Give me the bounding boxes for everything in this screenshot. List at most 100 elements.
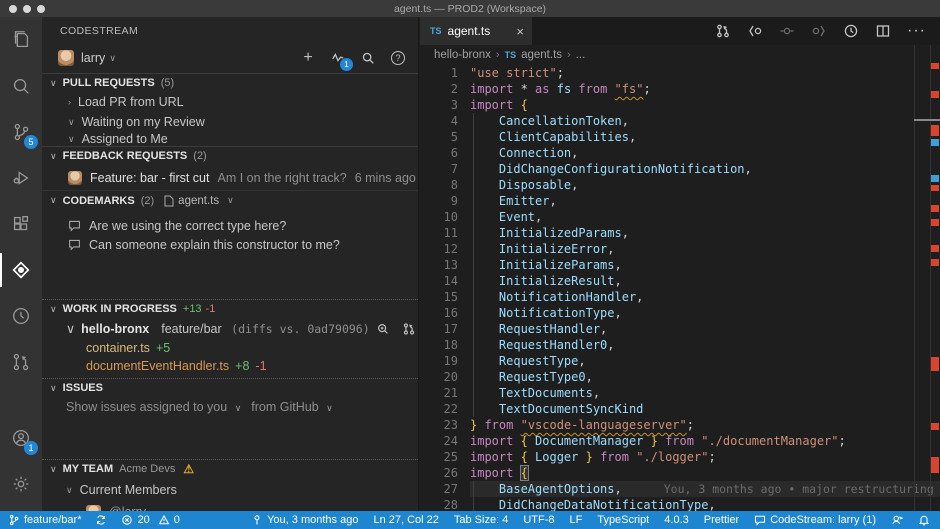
wip-file-row[interactable]: container.ts +5 xyxy=(42,339,418,357)
pr-item-waiting[interactable]: ∨ Waiting on my Review xyxy=(42,112,418,132)
cursor-position[interactable]: Ln 27, Col 22 xyxy=(373,514,438,526)
code-line[interactable]: InitializeError, xyxy=(470,241,928,257)
code-lines: "use strict"; import * as fs from "fs"; im… xyxy=(470,65,940,513)
code-line[interactable]: Emitter, xyxy=(470,193,928,209)
ruler-marker xyxy=(931,205,939,212)
feedback-request-item[interactable]: Feature: bar - first cut Am I on the rig… xyxy=(42,165,418,191)
language-mode[interactable]: TypeScript xyxy=(597,514,649,526)
pr-item-load-url[interactable]: › Load PR from URL xyxy=(42,92,418,112)
split-editor-icon[interactable] xyxy=(875,23,891,39)
issues-source-filter[interactable]: from GitHub ∨ xyxy=(251,400,332,414)
section-codemarks[interactable]: ∨ CODEMARKS (2) agent.ts ∨ xyxy=(42,191,418,210)
section-work-in-progress[interactable]: ∨ WORK IN PROGRESS +13 -1 xyxy=(42,299,418,318)
code-line[interactable]: NotificationType, xyxy=(470,305,928,321)
file-name: container.ts xyxy=(86,341,150,355)
timeline-icon[interactable] xyxy=(843,23,859,39)
more-actions-icon[interactable]: ··· xyxy=(907,22,926,40)
extensions-icon[interactable] xyxy=(0,201,42,247)
code-line[interactable]: CancellationToken, xyxy=(470,113,928,129)
accounts-icon[interactable]: 1 xyxy=(0,415,42,461)
ruler-marker xyxy=(931,423,939,430)
settings-gear-icon[interactable] xyxy=(0,461,42,507)
encoding[interactable]: UTF-8 xyxy=(523,514,554,526)
code-editor[interactable]: 1 2 3 4 5 6 7 8 9 10 11 12 13 14 15 16 17 18 19 20 21 22 23 24 2… xyxy=(420,65,940,513)
code-line[interactable]: RequestType0, xyxy=(470,369,928,385)
code-line[interactable]: Event, xyxy=(470,209,928,225)
eol[interactable]: LF xyxy=(569,514,582,526)
prev-change-icon[interactable] xyxy=(747,23,763,39)
code-line[interactable]: InitializedParams, xyxy=(470,225,928,241)
pull-requests-icon[interactable] xyxy=(0,339,42,385)
section-feedback-requests[interactable]: ∨ FEEDBACK REQUESTS (2) xyxy=(42,146,418,165)
editor-actions: ··· xyxy=(715,17,940,45)
team-member-row[interactable]: @larry xyxy=(42,502,418,511)
close-tab-icon[interactable]: × xyxy=(516,24,524,39)
change-icon[interactable] xyxy=(779,23,795,39)
code-line[interactable]: } from "vscode-languageserver"; xyxy=(470,417,928,433)
codemarks-file-filter[interactable]: agent.ts ∨ xyxy=(164,195,234,207)
section-pull-requests[interactable]: ∨ PULL REQUESTS (5) xyxy=(42,73,418,92)
warning-icon[interactable]: ⚠ xyxy=(183,462,194,476)
code-line[interactable]: InitializeParams, xyxy=(470,257,928,273)
code-line[interactable]: import { xyxy=(470,465,928,481)
codemark-item[interactable]: Can someone explain this constructor to … xyxy=(42,235,418,254)
team-group-row[interactable]: ∨ Current Members xyxy=(42,478,418,502)
feedback-request-icon[interactable]: 1 xyxy=(330,50,353,71)
code-line[interactable]: NotificationHandler, xyxy=(470,289,928,305)
code-line[interactable]: Connection, xyxy=(470,145,928,161)
pull-request-action-icon[interactable] xyxy=(715,23,731,39)
code-line[interactable]: InitializeResult, xyxy=(470,273,928,289)
run-debug-icon[interactable] xyxy=(0,155,42,201)
codestream-status[interactable]: CodeStream: larry (1) xyxy=(754,514,876,526)
help-icon[interactable]: ? xyxy=(390,50,406,66)
search-icon[interactable] xyxy=(0,63,42,109)
feedback-smiley-icon[interactable] xyxy=(891,514,903,526)
ruler-marker xyxy=(931,245,939,252)
breadcrumb[interactable]: hello-bronx › TS agent.ts › ... xyxy=(420,45,940,65)
code-line[interactable]: RequestHandler0, xyxy=(470,337,928,353)
wip-file-row[interactable]: documentEventHandler.ts +8 -1 xyxy=(42,357,418,375)
code-line[interactable]: import { DocumentManager } from "./docum… xyxy=(470,433,928,449)
code-line[interactable]: TextDocumentSyncKind xyxy=(470,401,928,417)
user-menu[interactable]: larry xyxy=(81,51,105,65)
ts-version[interactable]: 4.0.3 xyxy=(664,514,688,526)
code-line[interactable]: RequestType, xyxy=(470,353,928,369)
tab-size[interactable]: Tab Size: 4 xyxy=(454,514,508,526)
code-line[interactable]: import { Logger } from "./logger"; xyxy=(470,449,928,465)
wip-repo-row[interactable]: ∨ hello-bronx feature/bar (diffs vs. 0ad… xyxy=(42,318,418,339)
history-icon[interactable] xyxy=(0,293,42,339)
pr-item-assigned[interactable]: ∨ Assigned to Me xyxy=(42,132,418,146)
source-control-icon[interactable]: 5 xyxy=(0,109,42,155)
tab-agent-ts[interactable]: TS agent.ts × xyxy=(420,17,532,45)
code-line[interactable]: ClientCapabilities, xyxy=(470,129,928,145)
code-line[interactable]: "use strict"; xyxy=(470,65,928,81)
section-label: PULL REQUESTS xyxy=(62,77,155,89)
code-line[interactable]: TextDocuments, xyxy=(470,385,928,401)
review-diffs-icon[interactable] xyxy=(376,322,390,336)
next-change-icon[interactable] xyxy=(811,23,827,39)
codestream-icon[interactable] xyxy=(0,247,42,293)
code-line[interactable]: import * as fs from "fs"; xyxy=(470,81,928,97)
branch-status[interactable]: feature/bar* xyxy=(8,514,81,526)
overview-ruler[interactable] xyxy=(914,45,940,511)
section-my-team[interactable]: ∨ MY TEAM Acme Devs ⚠ xyxy=(42,459,418,478)
open-pr-icon[interactable] xyxy=(402,322,416,336)
code-line[interactable]: import { xyxy=(470,97,928,113)
code-line[interactable]: Disposable, xyxy=(470,177,928,193)
add-button[interactable]: + xyxy=(300,50,316,66)
comment-icon xyxy=(755,515,766,526)
formatter[interactable]: Prettier xyxy=(704,514,739,526)
section-issues[interactable]: ∨ ISSUES xyxy=(42,378,418,397)
notifications-bell-icon[interactable] xyxy=(918,514,930,526)
problems-status[interactable]: 20 0 xyxy=(121,514,180,526)
codemark-item[interactable]: Are we using the correct type here? xyxy=(42,216,418,235)
blame-status[interactable]: You, 3 months ago xyxy=(251,514,358,526)
search-icon[interactable] xyxy=(360,50,376,66)
sync-icon[interactable] xyxy=(95,514,107,526)
issues-assigned-filter[interactable]: Show issues assigned to you ∨ xyxy=(66,400,241,414)
explorer-icon[interactable] xyxy=(0,17,42,63)
code-line[interactable]: DidChangeConfigurationNotification, xyxy=(470,161,928,177)
code-line[interactable]: RequestHandler, xyxy=(470,321,928,337)
code-line[interactable]: BaseAgentOptions, You, 3 months ago • maj… xyxy=(470,481,940,497)
vscode-window: agent.ts — PROD2 (Workspace) 5 1 CODESTR… xyxy=(0,0,940,529)
